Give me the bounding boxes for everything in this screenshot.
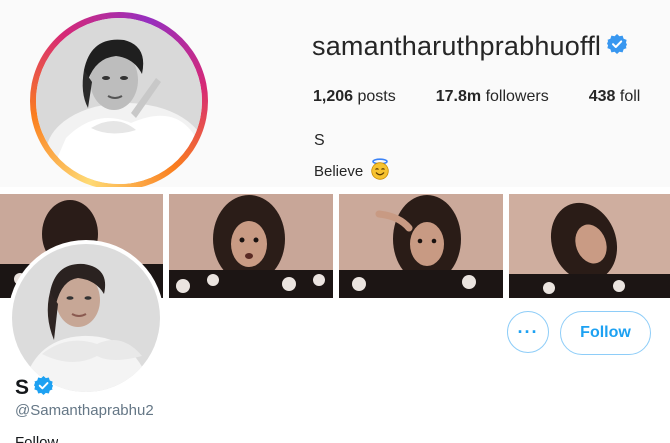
- verified-badge-icon: [34, 376, 54, 400]
- more-options-label: ···: [517, 321, 539, 342]
- verified-badge-icon: [607, 33, 628, 59]
- posts-count: 1,206 posts: [313, 88, 396, 105]
- instagram-story-ring[interactable]: [30, 12, 208, 188]
- cut-off-text: Follow: [15, 434, 59, 443]
- header-photo-3: [339, 194, 503, 298]
- follow-button[interactable]: Follow: [560, 311, 651, 355]
- twitter-display-name: S: [15, 376, 30, 399]
- followers-count[interactable]: 17.8m followers: [436, 88, 549, 106]
- header-photo-2: [169, 194, 333, 298]
- instagram-stats: 1,206 posts 17.8m followers 438 foll: [313, 88, 670, 106]
- instagram-avatar[interactable]: [36, 18, 202, 184]
- instagram-profile-header: samantharuthprabhuoffl 1,206 posts 17.8m…: [0, 0, 670, 188]
- following-count[interactable]: 438 foll: [589, 88, 641, 106]
- instagram-username-row: samantharuthprabhuoffl: [312, 28, 628, 64]
- twitter-avatar[interactable]: [8, 240, 164, 396]
- twitter-name-row: S: [15, 376, 54, 400]
- more-options-button[interactable]: ···: [507, 311, 549, 353]
- header-photo-4: [509, 194, 670, 298]
- instagram-bio: Believe: [314, 158, 391, 184]
- follow-label: Follow: [580, 324, 631, 341]
- instagram-full-name: S: [314, 132, 325, 149]
- instagram-username[interactable]: samantharuthprabhuoffl: [312, 31, 601, 62]
- bio-text: Believe: [314, 162, 364, 180]
- twitter-handle: @Samanthaprabhu2: [15, 402, 154, 419]
- halo-smile-emoji-icon: [369, 158, 391, 184]
